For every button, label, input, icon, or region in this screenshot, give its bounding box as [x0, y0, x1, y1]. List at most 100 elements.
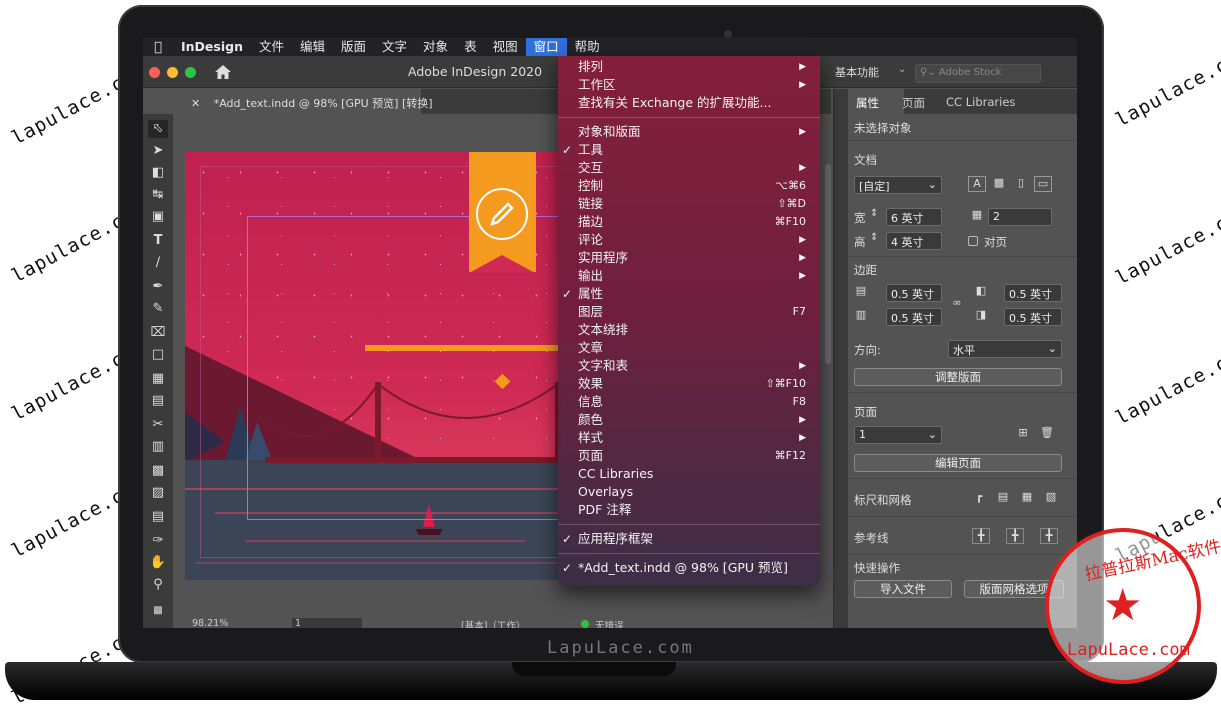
layout-grid-icon[interactable]: ▧	[1042, 490, 1060, 506]
ruler-icon[interactable]: ┏	[970, 490, 988, 506]
page-select[interactable]: 1 ⌄	[854, 426, 942, 444]
window-menu-item[interactable]: 文章	[558, 339, 820, 357]
adobe-stock-search[interactable]: ⚲⌄ Adobe Stock	[915, 64, 1041, 83]
facing-pages-checkbox[interactable]	[968, 236, 978, 246]
flip-icon[interactable]: ▩	[990, 176, 1008, 192]
margin-bottom-field[interactable]: 0.5 英寸	[886, 308, 942, 326]
width-stepper-icon[interactable]: ⇕	[870, 208, 878, 219]
rectangle-tool-icon[interactable]: □	[148, 346, 168, 364]
document-tab[interactable]: ✕ *Add_text.indd @ 98% [GPU 预览] [转换]	[181, 89, 433, 114]
note-tool-icon[interactable]: ▤	[148, 508, 168, 526]
window-menu-item[interactable]: 图层 F7	[558, 303, 820, 321]
menu-layout[interactable]: 版面	[333, 38, 374, 56]
apple-icon[interactable]: 	[143, 40, 173, 55]
line-tool-icon[interactable]: ∕	[148, 254, 168, 272]
close-window-button[interactable]	[149, 67, 160, 78]
grid-tool-icon[interactable]: ▤	[148, 392, 168, 410]
text-icon[interactable]: A	[968, 176, 986, 192]
adjust-layout-button[interactable]: 调整版面	[854, 368, 1062, 386]
gradient-feather-tool-icon[interactable]: ▨	[148, 484, 168, 502]
landscape-icon[interactable]: ▭	[1034, 176, 1052, 192]
selection-tool-icon[interactable]: ⬁	[148, 120, 168, 138]
tab-pages[interactable]: 页面	[902, 95, 925, 111]
menu-file[interactable]: 文件	[251, 38, 292, 56]
document-grid-icon[interactable]: ▦	[1018, 490, 1036, 506]
window-menu-item[interactable]: 实用程序 ▶	[558, 249, 820, 267]
free-transform-tool-icon[interactable]: ▥	[148, 438, 168, 456]
orientation-select[interactable]: 水平 ⌄	[948, 340, 1062, 358]
table-tool-icon[interactable]: ▦	[148, 370, 168, 388]
show-guides-icon[interactable]: ╋	[972, 528, 990, 544]
window-menu-item[interactable]: ✓ *Add_text.indd @ 98% [GPU 预览]	[558, 559, 820, 577]
menu-window[interactable]: 窗口	[525, 38, 567, 56]
window-menu-item[interactable]: 颜色 ▶	[558, 411, 820, 429]
window-menu-item[interactable]: 对象和版面 ▶	[558, 123, 820, 141]
delete-page-icon[interactable]: 🗑	[1038, 426, 1056, 442]
artwork-page[interactable]	[185, 152, 595, 580]
window-menu-item[interactable]: ✓ 工具	[558, 141, 820, 159]
window-menu-item[interactable]: 控制 ⌥⌘6	[558, 177, 820, 195]
home-icon[interactable]	[213, 63, 233, 81]
menu-type[interactable]: 文字	[374, 38, 415, 56]
gap-tool-icon[interactable]: ↹	[148, 186, 168, 204]
baseline-grid-icon[interactable]: ▤	[994, 490, 1012, 506]
menu-edit[interactable]: 编辑	[292, 38, 333, 56]
window-menu-item[interactable]: 链接 ⇧⌘D	[558, 195, 820, 213]
portrait-icon[interactable]: ▯	[1012, 176, 1030, 192]
window-menu-item[interactable]: 排列 ▶	[558, 58, 820, 76]
window-menu-item[interactable]: 查找有关 Exchange 的扩展功能...	[558, 94, 820, 112]
direct-selection-tool-icon[interactable]: ➤	[148, 142, 168, 160]
vertical-scrollbar[interactable]	[825, 164, 831, 364]
smart-guides-icon[interactable]: ╋	[1040, 528, 1058, 544]
window-menu-item[interactable]: 文本绕排	[558, 321, 820, 339]
fill-stroke-icon[interactable]: ▩	[148, 602, 168, 620]
page-count-field[interactable]: 2	[988, 208, 1052, 226]
window-menu-item[interactable]: ✓ 属性	[558, 285, 820, 303]
window-menu-item[interactable]: 样式 ▶	[558, 429, 820, 447]
workspace-switcher[interactable]: 基本功能	[835, 64, 879, 80]
menu-object[interactable]: 对象	[415, 38, 456, 56]
eyedropper-tool-icon[interactable]: ✑	[148, 532, 168, 550]
link-margins-icon[interactable]: ∞	[948, 296, 966, 312]
import-file-button[interactable]: 导入文件	[854, 580, 952, 598]
window-menu-item[interactable]: 文字和表 ▶	[558, 357, 820, 375]
window-menu-item[interactable]: 输出 ▶	[558, 267, 820, 285]
margin-left-field[interactable]: 0.5 英寸	[1004, 284, 1062, 302]
zoom-level[interactable]: 98.21%	[192, 618, 228, 628]
window-menu-item[interactable]: 描边 ⌘F10	[558, 213, 820, 231]
edit-page-button[interactable]: 编辑页面	[854, 454, 1062, 472]
scissors-tool-icon[interactable]: ✂	[148, 416, 168, 434]
zoom-window-button[interactable]	[185, 67, 196, 78]
add-page-icon[interactable]: ⊞	[1014, 426, 1032, 442]
rectangle-frame-tool-icon[interactable]: ⌧	[148, 324, 168, 342]
menu-table[interactable]: 表	[456, 38, 485, 56]
margin-right-field[interactable]: 0.5 英寸	[1004, 308, 1062, 326]
minimize-window-button[interactable]	[167, 67, 178, 78]
tab-cc-libraries[interactable]: CC Libraries	[946, 95, 1015, 109]
gradient-swatch-tool-icon[interactable]: ▩	[148, 462, 168, 480]
zoom-tool-icon[interactable]: ⚲	[148, 576, 168, 594]
window-menu-item[interactable]: ✓ 应用程序框架	[558, 530, 820, 548]
pencil-tool-icon[interactable]: ✎	[148, 300, 168, 318]
lock-guides-icon[interactable]: ╋	[1006, 528, 1024, 544]
window-menu-item[interactable]: Overlays	[558, 483, 820, 501]
menu-app[interactable]: InDesign	[173, 38, 251, 56]
window-menu-item[interactable]: PDF 注释	[558, 501, 820, 519]
window-menu-item[interactable]: 页面 ⌘F12	[558, 447, 820, 465]
window-menu-item[interactable]: 信息 F8	[558, 393, 820, 411]
content-collector-icon[interactable]: ▣	[148, 208, 168, 226]
tab-properties[interactable]: 属性	[856, 95, 879, 111]
menu-view[interactable]: 视图	[485, 38, 526, 56]
page-number-field[interactable]: 1	[292, 618, 362, 628]
hand-tool-icon[interactable]: ✋	[148, 554, 168, 572]
window-menu-item[interactable]: 工作区 ▶	[558, 76, 820, 94]
window-menu-item[interactable]: 交互 ▶	[558, 159, 820, 177]
document-preset-select[interactable]: [自定] ⌄	[854, 176, 942, 194]
chevron-down-icon[interactable]: ⌄	[898, 64, 906, 75]
menu-help[interactable]: 帮助	[567, 38, 608, 56]
width-field[interactable]: 6 英寸	[886, 208, 942, 226]
height-field[interactable]: 4 英寸	[886, 232, 942, 250]
type-tool-icon[interactable]: T	[148, 232, 168, 250]
margin-top-field[interactable]: 0.5 英寸	[886, 284, 942, 302]
close-tab-icon[interactable]: ✕	[191, 97, 200, 110]
